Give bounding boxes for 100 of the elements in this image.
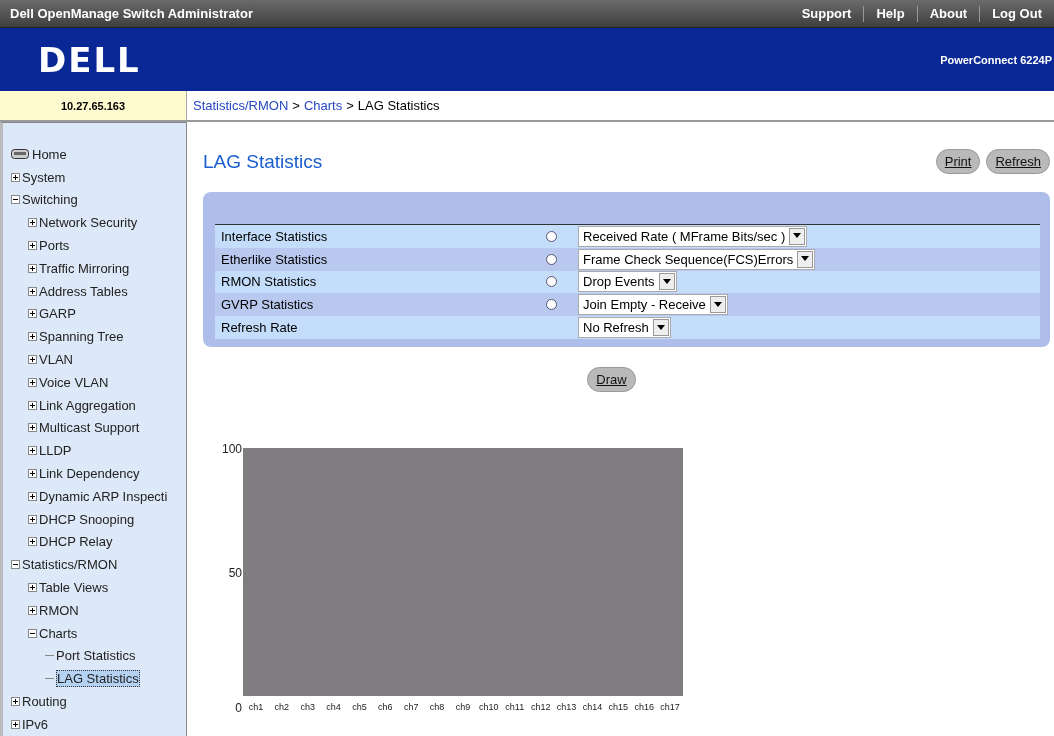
tree-item[interactable]: System	[22, 169, 66, 185]
x-tick-label: ch7	[404, 702, 419, 712]
dropdown-select[interactable]: Frame Check Sequence(FCS)Errors	[578, 248, 816, 270]
x-tick-label: ch12	[530, 702, 551, 712]
expand-icon[interactable]	[28, 469, 37, 479]
top-link[interactable]: Support	[789, 5, 864, 22]
tree-item[interactable]: Network Security	[39, 215, 138, 231]
top-link[interactable]: Help	[863, 5, 917, 22]
caret-icon	[793, 233, 802, 240]
tree-item[interactable]: Ports	[39, 238, 70, 254]
breadcrumb-current: LAG Statistics	[357, 98, 440, 113]
caret-icon	[713, 301, 722, 308]
expand-icon[interactable]	[28, 446, 37, 456]
tree-item[interactable]: DHCP Relay	[39, 534, 113, 550]
dropdown-select[interactable]: Join Empty - Receive	[578, 294, 728, 316]
expand-icon[interactable]	[28, 263, 37, 273]
expand-icon[interactable]	[28, 423, 37, 433]
x-tick-label: ch10	[479, 702, 499, 712]
expand-icon[interactable]	[28, 377, 37, 387]
x-tick-label: ch16	[634, 702, 654, 712]
breadcrumb-separator: >	[346, 98, 354, 113]
expand-icon[interactable]	[11, 719, 20, 729]
expand-icon[interactable]	[28, 605, 37, 615]
caret-icon	[801, 256, 810, 263]
tree-item[interactable]: LAG Statistics	[56, 670, 140, 688]
x-tick-label: ch8	[429, 702, 445, 712]
dropdown-select[interactable]: Received Rate ( MFrame Bits/sec )	[578, 225, 808, 247]
tree-item[interactable]: Routing	[22, 694, 67, 709]
x-tick-label: ch2	[274, 702, 290, 712]
radio-button[interactable]	[546, 253, 557, 265]
expand-icon[interactable]	[11, 172, 20, 182]
home-icon	[11, 149, 29, 160]
tree-item[interactable]: Table Views	[39, 580, 109, 596]
expand-icon[interactable]	[28, 218, 37, 228]
collapse-icon[interactable]	[11, 195, 20, 205]
tree-item[interactable]: Spanning Tree	[39, 329, 124, 345]
tree-item[interactable]: GARP	[39, 306, 76, 322]
caret-icon	[656, 324, 665, 331]
breadcrumb-separator: >	[292, 98, 300, 113]
tree-item[interactable]: Traffic Mirroring	[39, 260, 130, 276]
dropdown-select[interactable]: Drop Events	[578, 271, 677, 293]
x-tick-label: ch1	[248, 702, 264, 712]
x-tick-label: ch5	[352, 702, 367, 712]
x-tick-label: ch17	[660, 702, 680, 712]
tree-item[interactable]: IPv6	[22, 716, 48, 732]
x-tick-label: ch11	[505, 702, 525, 712]
x-tick-label: ch3	[300, 702, 315, 712]
tree-item[interactable]: Multicast Support	[39, 420, 140, 436]
page-title: LAG Statistics	[203, 150, 323, 173]
x-tick-label: ch9	[455, 702, 471, 712]
model-name: PowerConnect 6224P	[940, 53, 1052, 66]
tree-item[interactable]: Charts	[39, 625, 78, 641]
expand-icon[interactable]	[28, 400, 37, 410]
radio-button[interactable]	[546, 299, 557, 311]
tree-item[interactable]: Switching	[22, 192, 78, 208]
tree-item[interactable]: VLAN	[39, 352, 73, 368]
expand-icon[interactable]	[28, 332, 37, 342]
radio-button[interactable]	[546, 276, 557, 288]
x-tick-label: ch14	[582, 702, 603, 712]
expand-icon[interactable]	[28, 491, 37, 501]
top-link[interactable]: Log Out	[979, 5, 1054, 22]
tree-item[interactable]: Link Dependency	[39, 466, 140, 482]
action-button[interactable]: Print	[935, 149, 981, 174]
action-button[interactable]: Refresh	[986, 149, 1050, 174]
radio-button[interactable]	[546, 230, 557, 242]
tree-item[interactable]: Voice VLAN	[39, 374, 109, 390]
dropdown-select[interactable]: No Refresh	[578, 317, 671, 339]
expand-icon[interactable]	[28, 355, 37, 365]
expand-icon[interactable]	[11, 697, 20, 706]
field-label: GVRP Statistics	[220, 297, 315, 313]
y-tick-label: 0	[235, 701, 242, 715]
top-link[interactable]: About	[916, 5, 980, 22]
expand-icon[interactable]	[28, 514, 37, 524]
field-label: RMON Statistics	[220, 274, 318, 290]
collapse-icon[interactable]	[28, 628, 37, 638]
draw-button[interactable]: Draw	[587, 367, 636, 392]
caret-icon	[662, 279, 671, 285]
tree-item[interactable]: LLDP	[39, 443, 72, 459]
breadcrumb-link[interactable]: Statistics/RMON	[193, 98, 289, 113]
tree-item[interactable]: Port Statistics	[56, 648, 136, 664]
x-tick-label: ch15	[608, 702, 629, 712]
expand-icon[interactable]	[28, 286, 37, 296]
expand-icon[interactable]	[28, 309, 37, 319]
expand-icon[interactable]	[28, 583, 37, 593]
collapse-icon[interactable]	[11, 560, 20, 570]
tree-item[interactable]: Link Aggregation	[39, 397, 136, 413]
tree-item[interactable]: Statistics/RMON	[22, 557, 118, 573]
tree-item[interactable]: DHCP Snooping	[39, 511, 135, 527]
tree-item[interactable]: Dynamic ARP Inspecti	[39, 488, 168, 504]
expand-icon[interactable]	[28, 537, 37, 547]
tree-item[interactable]: RMON	[39, 602, 79, 618]
breadcrumb-link[interactable]: Charts	[303, 98, 343, 113]
tree-item[interactable]: Home	[32, 146, 67, 162]
y-tick-label: 100	[221, 442, 242, 456]
tree-item[interactable]: Address Tables	[39, 283, 128, 299]
ip-address: 10.27.65.163	[0, 91, 187, 120]
field-label: Interface Statistics	[220, 228, 329, 244]
brand-logo: DELL	[38, 39, 141, 80]
expand-icon[interactable]	[28, 241, 37, 251]
y-tick-label: 50	[228, 566, 242, 580]
